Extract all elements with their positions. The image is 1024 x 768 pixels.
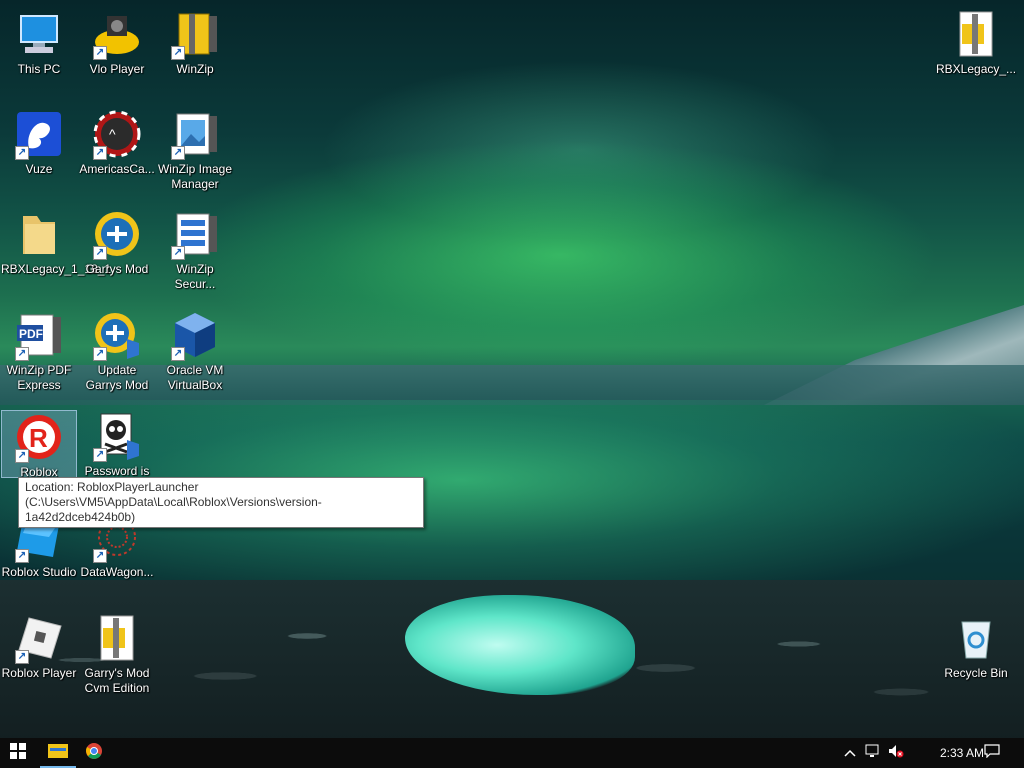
desktop-icon-winzip[interactable]: ↗ WinZip	[157, 2, 233, 102]
icon-label: RBXLegacy_1_18_1	[1, 262, 112, 276]
desktop-icon-winzip-secure[interactable]: ↗ WinZip Secur...	[157, 202, 233, 302]
desktop-icon-garrys-mod[interactable]: ↗ Garrys Mod	[79, 202, 155, 302]
icon-label: DataWagon...	[80, 565, 154, 579]
icon-label: Garry's Mod Cvm Edition	[84, 666, 150, 695]
desktop-icon-roblox[interactable]: R ↗ Roblox	[1, 410, 77, 479]
icon-label: Vlo Player	[89, 62, 145, 76]
desktop-icon-winzip-pdf[interactable]: PDF ↗ WinZip PDF Express	[1, 303, 77, 403]
show-hidden-icons-button[interactable]	[842, 738, 858, 768]
roblox-player-icon: ↗	[15, 614, 63, 664]
icon-label: WinZip	[176, 62, 214, 76]
shortcut-arrow-icon: ↗	[93, 448, 107, 462]
taskbar-clock[interactable]: 2:33 AM	[940, 738, 984, 768]
shortcut-arrow-icon: ↗	[93, 46, 107, 60]
icon-location-tooltip: Location: RobloxPlayerLauncher (C:\Users…	[18, 477, 424, 528]
taskbar-file-explorer[interactable]	[40, 738, 76, 768]
garrys-mod-icon: ↗	[93, 210, 141, 260]
icon-label: Vuze	[25, 162, 53, 176]
shortcut-arrow-icon: ↗	[15, 146, 29, 160]
winzip-pdf-icon: PDF ↗	[15, 311, 63, 361]
icon-label: This PC	[17, 62, 61, 76]
shortcut-arrow-icon: ↗	[171, 347, 185, 361]
network-button[interactable]	[864, 738, 882, 768]
shortcut-arrow-icon: ↗	[15, 449, 29, 463]
icon-label: Oracle VM VirtualBox	[166, 363, 224, 392]
icon-label: WinZip Secur...	[174, 262, 216, 291]
vuze-icon: ↗	[15, 110, 63, 160]
virtualbox-icon: ↗	[171, 311, 219, 361]
volume-button[interactable]	[886, 738, 906, 768]
winzip-icon: ↗	[171, 10, 219, 60]
shortcut-arrow-icon: ↗	[15, 549, 29, 563]
poker-chip-icon: ^ ↗	[93, 110, 141, 160]
folder-icon	[15, 210, 63, 258]
shortcut-arrow-icon: ↗	[93, 246, 107, 260]
taskbar: 2:33 AM	[0, 738, 1024, 768]
icon-label: WinZip Image Manager	[157, 162, 233, 191]
chevron-up-icon	[844, 744, 856, 762]
action-center-button[interactable]	[982, 738, 1002, 768]
desktop-icon-recycle-bin[interactable]: Recycle Bin	[936, 606, 1016, 706]
windows-start-icon	[10, 742, 26, 764]
shortcut-arrow-icon: ↗	[171, 246, 185, 260]
network-icon	[865, 744, 881, 763]
taskbar-chrome[interactable]	[76, 738, 112, 768]
shortcut-arrow-icon: ↗	[171, 46, 185, 60]
desktop-icon-roblox-player[interactable]: ↗ Roblox Player	[1, 606, 77, 706]
shortcut-arrow-icon: ↗	[93, 549, 107, 563]
desktop-icon-rbxlegacy-folder[interactable]: RBXLegacy_1_18_1	[1, 202, 112, 302]
icon-label: Recycle Bin	[944, 666, 1008, 680]
this-pc-icon	[15, 10, 63, 58]
desktop-icon-vuze[interactable]: ↗ Vuze	[1, 102, 77, 202]
file-explorer-icon	[48, 742, 68, 763]
desktop-icon-winzip-image-manager[interactable]: ↗ WinZip Image Manager	[157, 102, 233, 202]
icon-label: Update Garrys Mod	[85, 363, 149, 392]
recycle-bin-icon	[952, 614, 1000, 662]
desktop-icon-americascardroom[interactable]: ^ ↗ AmericasCa...	[79, 102, 155, 202]
desktop-icon-vlo-player[interactable]: ↗ Vlo Player	[79, 2, 155, 102]
desktop-icon-garrys-mod-cvm[interactable]: Garry's Mod Cvm Edition	[79, 606, 155, 706]
icon-label: Garrys Mod	[85, 262, 149, 276]
icon-label: WinZip PDF Express	[6, 363, 72, 392]
shortcut-arrow-icon: ↗	[93, 146, 107, 160]
svg-text:R: R	[29, 423, 48, 453]
svg-text:^: ^	[109, 126, 116, 142]
desktop-icon-update-garrys-mod[interactable]: ↗ Update Garrys Mod	[79, 303, 155, 403]
volume-muted-icon	[888, 744, 904, 763]
winzip-image-manager-icon: ↗	[171, 110, 219, 160]
update-garrys-mod-icon: ↗	[93, 311, 141, 361]
start-button[interactable]	[0, 738, 36, 768]
aurora-glow	[180, 140, 940, 370]
desktop-icon-rbxlegacy-zip[interactable]: RBXLegacy_...	[936, 2, 1016, 102]
icon-label: Roblox Player	[1, 666, 77, 680]
shortcut-arrow-icon: ↗	[171, 146, 185, 160]
winzip-secure-icon: ↗	[171, 210, 219, 260]
skull-icon: ↗	[93, 412, 141, 462]
roblox-icon: R ↗	[15, 413, 63, 463]
zip-archive-icon	[93, 614, 141, 662]
zip-archive-icon	[952, 10, 1000, 58]
icon-label: AmericasCa...	[79, 162, 155, 176]
shortcut-arrow-icon: ↗	[15, 347, 29, 361]
desktop-icon-this-pc[interactable]: This PC	[1, 2, 77, 102]
action-center-icon	[984, 743, 1000, 763]
icon-label: Roblox Studio	[1, 565, 77, 579]
svg-text:PDF: PDF	[19, 327, 43, 341]
vlo-player-icon: ↗	[93, 10, 141, 60]
shortcut-arrow-icon: ↗	[15, 650, 29, 664]
shortcut-arrow-icon: ↗	[93, 347, 107, 361]
icon-label: RBXLegacy_...	[936, 62, 1017, 76]
chrome-icon	[85, 742, 103, 765]
desktop-icon-virtualbox[interactable]: ↗ Oracle VM VirtualBox	[157, 303, 233, 403]
